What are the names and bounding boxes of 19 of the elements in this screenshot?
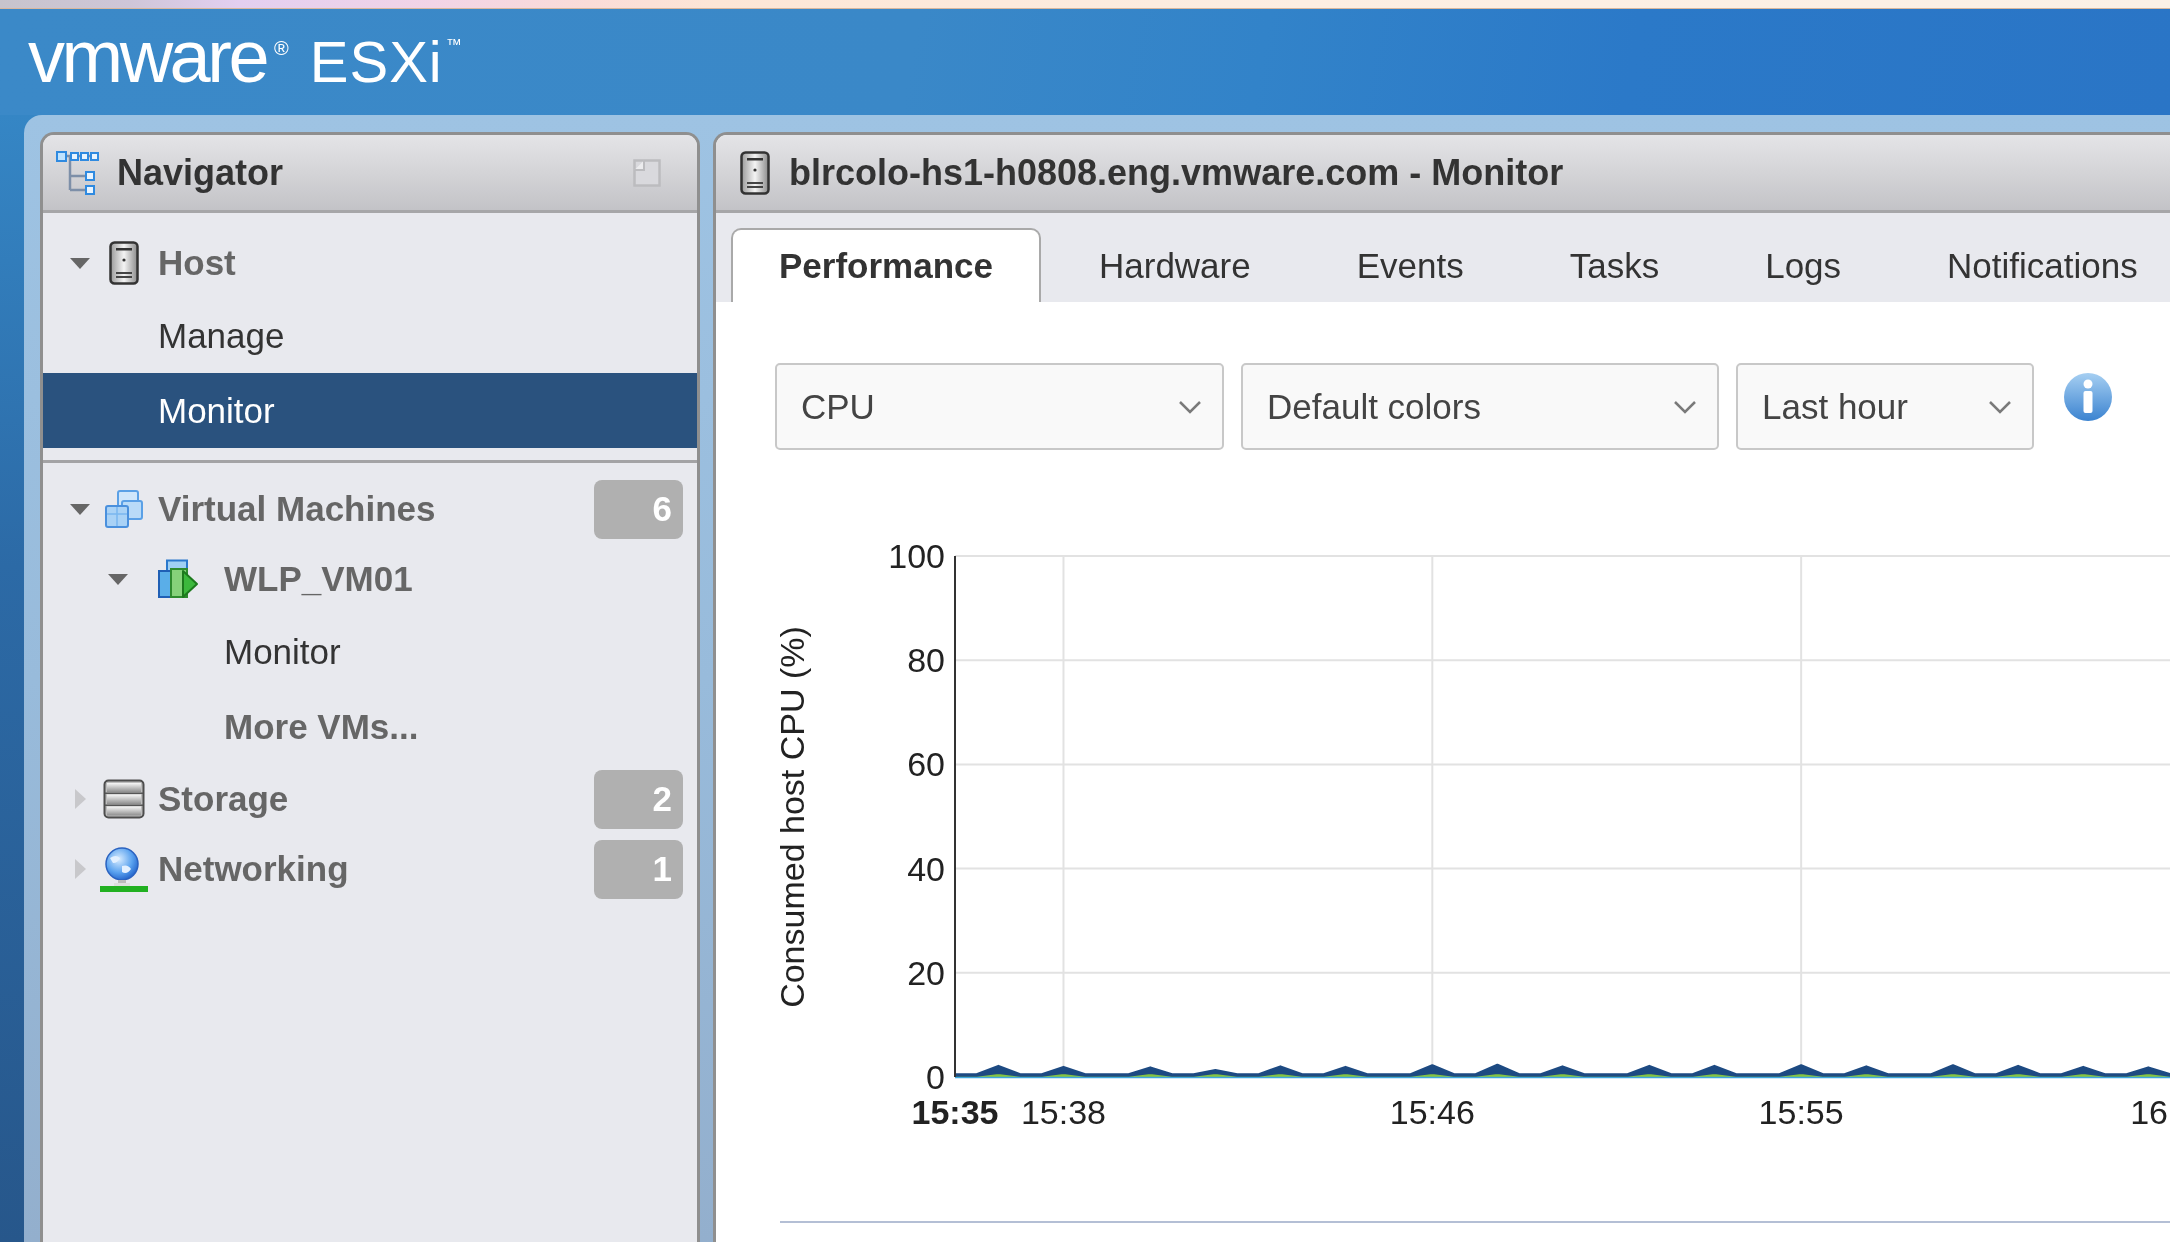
count-badge: 1 [594, 839, 683, 899]
count-badge: 2 [594, 769, 683, 829]
x-tick-label: 15:55 [1758, 1093, 1844, 1131]
y-axis-title: Consumed host CPU (%) [773, 626, 811, 1008]
y-tick-label: 60 [907, 745, 945, 784]
panel-title: blrcolo-hs1-h0808.eng.vmware.com - Monitor [789, 151, 1564, 194]
x-tick-label: 15:38 [1020, 1093, 1107, 1131]
y-tick-label: 80 [907, 641, 945, 680]
y-tick-label: 0 [926, 1058, 945, 1096]
y-tick-label: 40 [907, 849, 945, 888]
navigator-title: Navigator [117, 151, 284, 194]
y-tick-label: 20 [907, 953, 945, 992]
x-tick-label: 15:46 [1389, 1093, 1475, 1131]
logo-wordmark: vmware$^{®}$ [28, 20, 289, 94]
y-tick-label: 100 [888, 537, 945, 575]
product-name: ESXi$^{™}$ [309, 33, 462, 91]
x-tick-label: 16 [2130, 1093, 2168, 1131]
count-badge: 6 [594, 479, 683, 539]
x-tick-label: 15:35 [911, 1093, 999, 1131]
